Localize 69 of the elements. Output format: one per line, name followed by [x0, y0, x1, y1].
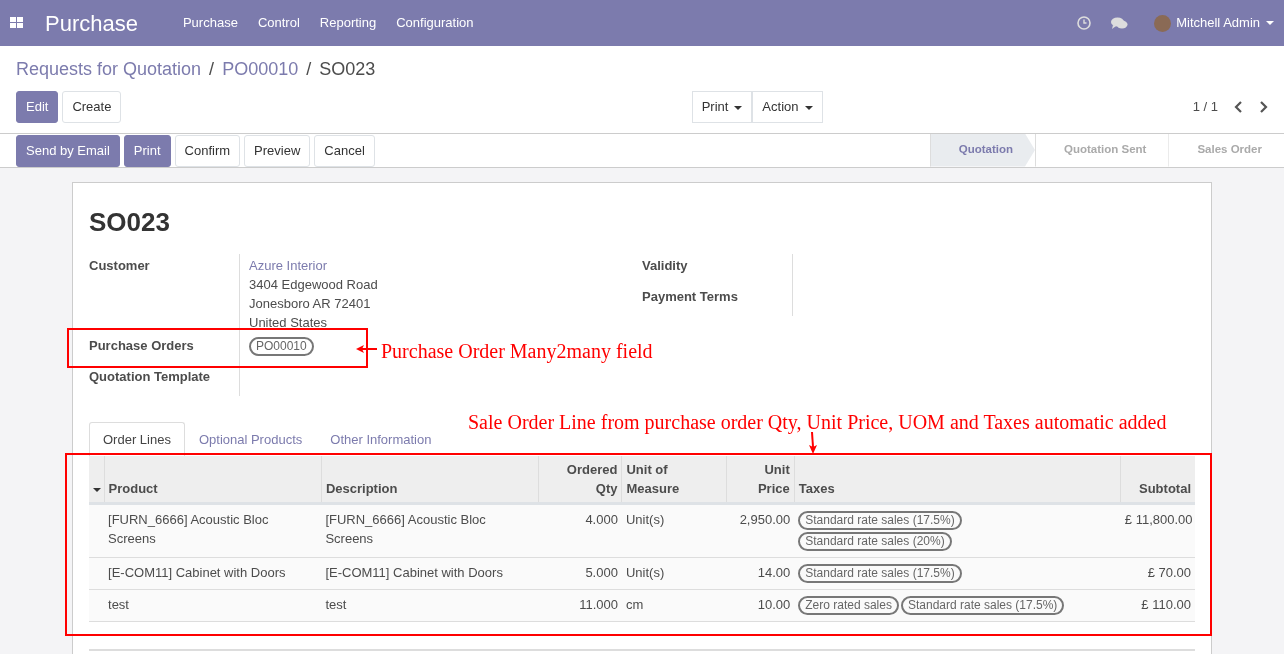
table-cell: [E-COM11] Cabinet with Doors [325, 565, 503, 580]
tax-tag: Standard rate sales (20%) [798, 532, 952, 551]
table-cell: 4.000 [585, 512, 618, 527]
next-icon[interactable] [1259, 100, 1268, 113]
annotation-arrow [356, 343, 378, 354]
clock-icon[interactable] [1077, 16, 1092, 30]
tax-tag: Zero rated sales [798, 596, 899, 615]
user-menu[interactable]: Mitchell Admin [1176, 13, 1260, 33]
table-cell: Unit(s) [625, 565, 665, 580]
breadcrumb-current: SO023 [319, 59, 376, 79]
apps-menu-icon[interactable] [10, 17, 23, 29]
table-cell: 11.000 [579, 597, 618, 612]
previous-icon[interactable] [1234, 100, 1243, 113]
app-title: Purchase [45, 9, 138, 38]
menu-item[interactable]: Configuration [396, 13, 474, 33]
table-cell: 5.000 [585, 565, 618, 580]
tax-tag: Standard rate sales (17.5%) [900, 596, 1065, 615]
confirm-button[interactable]: Confirm [174, 135, 241, 167]
table-cell: 14.00 [757, 565, 791, 580]
breadcrumb-link[interactable]: PO00010 [222, 59, 299, 79]
status-stage[interactable]: Quotation [929, 133, 1035, 167]
send-email-button[interactable]: Send by Email [16, 135, 120, 167]
record-tag[interactable]: PO00010 [249, 336, 314, 356]
table-cell: £ 70.00 [1147, 565, 1191, 580]
address-line: Jonesboro AR 72401 [249, 294, 372, 313]
print-button[interactable]: Print [123, 135, 171, 167]
annotation-text: Purchase Order Many2many field [381, 338, 653, 365]
field-label: Payment Terms [642, 287, 739, 306]
edit-button[interactable]: Edit [16, 91, 59, 123]
table-cell: cm [625, 597, 644, 612]
table-cell: 2,950.00 [739, 512, 791, 527]
table-cell: £ 110.00 [1141, 597, 1191, 612]
menu-item[interactable]: Reporting [319, 13, 377, 33]
field-label: Validity [642, 256, 689, 275]
tax-tag: Standard rate sales (17.5%) [798, 564, 962, 583]
breadcrumb-link[interactable]: Requests for Quotation [16, 59, 202, 79]
annotation-text: Sale Order Line from purchase order Qty, Unit Price, UOM and Taxes automatic added [468, 409, 1167, 436]
table-cell: Unit(s) [625, 512, 665, 527]
caret-icon [1266, 21, 1274, 25]
address-line: United States [249, 313, 329, 332]
menu-item[interactable]: Control [257, 13, 300, 33]
breadcrumb-separator: / [209, 59, 215, 79]
field-label: Customer [89, 256, 151, 275]
cancel-button[interactable]: Cancel [314, 135, 375, 167]
customer-link[interactable]: Azure Interior [249, 255, 378, 275]
dropdown-button[interactable]: Action [752, 91, 823, 123]
tab[interactable]: Other Information [316, 421, 446, 456]
chat-icon[interactable] [1111, 16, 1129, 30]
field-label: Quotation Template [89, 367, 212, 386]
address-line: 3404 Edgewood Road [249, 275, 378, 294]
table-cell: test [108, 597, 129, 612]
pager-counter: 1 / 1 [1192, 98, 1218, 116]
breadcrumb-separator: / [306, 59, 312, 79]
table-cell: [FURN_6666] Acoustic Bloc Screens [108, 512, 269, 546]
dropdown-button[interactable]: Print [691, 91, 753, 123]
tab[interactable]: Optional Products [184, 421, 317, 456]
create-button[interactable]: Create [62, 91, 122, 123]
table-cell: [E-COM11] Cabinet with Doors [108, 565, 286, 580]
menu-item[interactable]: Purchase [182, 13, 238, 33]
avatar [1154, 14, 1172, 32]
preview-button[interactable]: Preview [244, 135, 311, 167]
annotation-arrow [808, 431, 818, 454]
record-title: SO023 [89, 205, 171, 239]
field-label: Purchase Orders [89, 336, 195, 355]
table-cell: test [325, 597, 347, 612]
table-cell: 10.00 [757, 597, 791, 612]
table-cell: £ 11,800.00 [1124, 512, 1193, 527]
table-cell: [FURN_6666] Acoustic Bloc Screens [325, 512, 486, 546]
tax-tag: Standard rate sales (17.5%) [798, 511, 962, 530]
